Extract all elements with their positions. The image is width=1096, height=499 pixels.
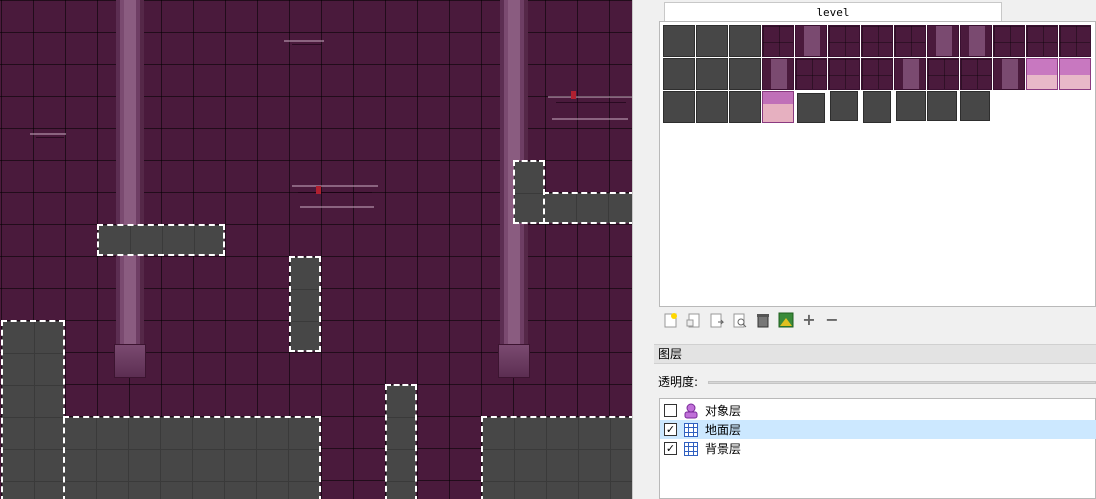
delete-tileset-icon[interactable] bbox=[754, 311, 772, 329]
tileset-tile[interactable] bbox=[729, 91, 761, 123]
tileset-tile[interactable] bbox=[993, 25, 1025, 57]
tileset-tile[interactable] bbox=[927, 25, 959, 57]
panel-splitter[interactable] bbox=[632, 0, 654, 499]
tileset-tile[interactable] bbox=[960, 58, 992, 90]
red-marker bbox=[316, 186, 321, 194]
layer-visibility-checkbox[interactable]: ✓ bbox=[664, 423, 677, 436]
tileset-tile[interactable] bbox=[762, 25, 794, 57]
layer-name: 地面层 bbox=[705, 423, 742, 437]
selection-outline bbox=[97, 224, 225, 256]
layers-panel: 图层 透明度: 对象层 ✓ 地面层 ✓ 背景层 bbox=[654, 342, 1096, 499]
map-canvas[interactable] bbox=[0, 0, 632, 499]
wall-crack bbox=[36, 137, 64, 138]
tileset-tile[interactable] bbox=[762, 58, 794, 90]
tileset-tile[interactable] bbox=[894, 25, 926, 57]
tileset-tile[interactable] bbox=[1059, 25, 1091, 57]
tile-layer-icon bbox=[683, 441, 699, 457]
tileset-tile[interactable] bbox=[696, 25, 728, 57]
layer-name: 对象层 bbox=[705, 404, 742, 418]
tileset-tabbar: level bbox=[658, 2, 1096, 22]
tileset-tile[interactable] bbox=[861, 58, 893, 90]
opacity-row: 透明度: bbox=[658, 372, 1096, 392]
object-layer-icon bbox=[683, 403, 699, 419]
tileset-tile[interactable] bbox=[896, 91, 926, 121]
tileset-tile[interactable] bbox=[663, 25, 695, 57]
tileset-properties-icon[interactable] bbox=[731, 311, 749, 329]
layer-item-object[interactable]: 对象层 bbox=[660, 401, 1096, 420]
wall-crack bbox=[552, 118, 628, 120]
tileset-tile[interactable] bbox=[696, 58, 728, 90]
tileset-tile[interactable] bbox=[797, 93, 825, 123]
selection-outline bbox=[543, 192, 632, 224]
selection-outline bbox=[481, 416, 632, 499]
layer-visibility-checkbox[interactable] bbox=[664, 404, 677, 417]
tileset-tile[interactable] bbox=[1026, 25, 1058, 57]
tileset-tile[interactable] bbox=[762, 91, 794, 123]
tileset-tile[interactable] bbox=[795, 58, 827, 90]
selection-outline bbox=[63, 416, 321, 499]
tileset-tab[interactable]: level bbox=[664, 2, 1002, 22]
wall-crack bbox=[548, 96, 632, 98]
tileset-tile[interactable] bbox=[894, 58, 926, 90]
wall-crack bbox=[556, 102, 626, 103]
new-tileset-icon[interactable] bbox=[662, 311, 680, 329]
tileset-tile[interactable] bbox=[795, 25, 827, 57]
opacity-slider[interactable] bbox=[708, 381, 1096, 384]
red-marker bbox=[571, 91, 576, 99]
selection-outline bbox=[1, 320, 65, 499]
wall-crack bbox=[30, 133, 66, 135]
tileset-tile[interactable] bbox=[729, 58, 761, 90]
layer-item-background[interactable]: ✓ 背景层 bbox=[660, 439, 1096, 458]
opacity-label: 透明度: bbox=[658, 375, 699, 389]
tileset-tile[interactable] bbox=[927, 91, 957, 121]
tileset-tile[interactable] bbox=[861, 25, 893, 57]
selection-outline bbox=[513, 160, 545, 224]
tileset-tile[interactable] bbox=[927, 58, 959, 90]
tileset-tile[interactable] bbox=[696, 91, 728, 123]
export-tileset-icon[interactable] bbox=[708, 311, 726, 329]
pillar-right-base bbox=[498, 344, 530, 378]
tileset-tile[interactable] bbox=[663, 58, 695, 90]
layer-list[interactable]: 对象层 ✓ 地面层 ✓ 背景层 bbox=[659, 398, 1096, 499]
pillar-left-base bbox=[114, 344, 146, 378]
wall-crack bbox=[300, 206, 374, 208]
tileset-tile[interactable] bbox=[1026, 58, 1058, 90]
tileset-toolbar: + − bbox=[662, 311, 841, 333]
tileset-tile[interactable] bbox=[960, 91, 990, 121]
tile-layer-icon bbox=[683, 422, 699, 438]
tileset-tile[interactable] bbox=[960, 25, 992, 57]
tileset-view[interactable] bbox=[659, 21, 1096, 307]
tileset-tile[interactable] bbox=[729, 25, 761, 57]
tileset-tile[interactable] bbox=[830, 91, 858, 121]
wall-crack bbox=[298, 192, 372, 193]
wall-crack bbox=[284, 40, 324, 42]
selection-outline bbox=[385, 384, 417, 499]
tileset-tile[interactable] bbox=[828, 58, 860, 90]
tileset-panel: level + − bbox=[654, 0, 1096, 342]
remove-tiles-icon[interactable]: − bbox=[823, 311, 841, 329]
tileset-tile[interactable] bbox=[993, 58, 1025, 90]
tileset-tile[interactable] bbox=[828, 25, 860, 57]
wall-crack bbox=[292, 44, 322, 45]
add-tiles-icon[interactable]: + bbox=[800, 311, 818, 329]
tileset-tile[interactable] bbox=[663, 91, 695, 123]
wall-crack bbox=[292, 185, 378, 187]
edit-terrain-icon[interactable] bbox=[777, 311, 795, 329]
layer-item-ground[interactable]: ✓ 地面层 bbox=[660, 420, 1096, 439]
layers-panel-title: 图层 bbox=[654, 344, 1096, 364]
layer-name: 背景层 bbox=[705, 442, 742, 456]
pillar-left bbox=[116, 0, 144, 350]
layer-visibility-checkbox[interactable]: ✓ bbox=[664, 442, 677, 455]
tileset-tile[interactable] bbox=[1059, 58, 1091, 90]
import-tileset-icon[interactable] bbox=[685, 311, 703, 329]
tileset-tile[interactable] bbox=[863, 91, 891, 123]
selection-outline bbox=[289, 256, 321, 352]
